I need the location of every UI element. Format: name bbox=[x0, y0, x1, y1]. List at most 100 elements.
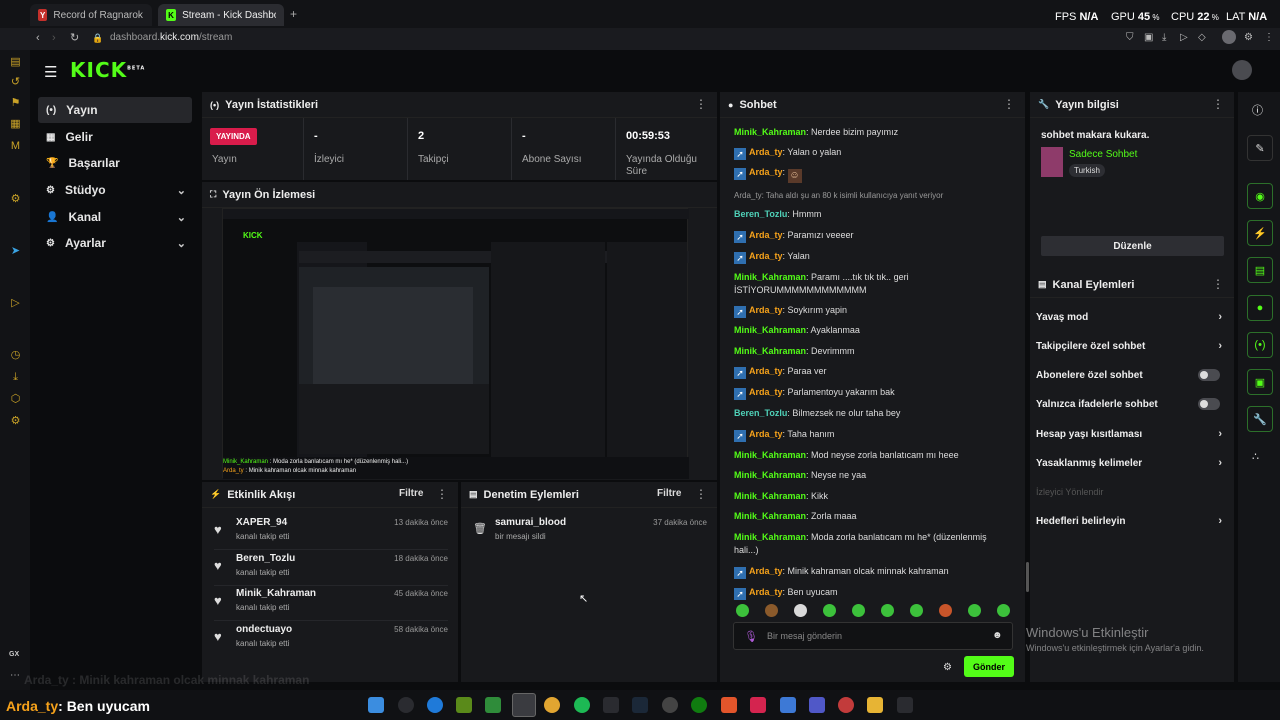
emote-icon[interactable] bbox=[881, 604, 894, 617]
send-button[interactable]: Gönder bbox=[964, 656, 1014, 677]
chrome-icon[interactable] bbox=[544, 697, 560, 713]
chat-username[interactable]: Minik_Kahraman bbox=[734, 470, 806, 480]
emoji-icon[interactable]: ☻ bbox=[992, 630, 1003, 641]
chat-username[interactable]: Arda_ty bbox=[749, 366, 783, 376]
toggle-switch[interactable] bbox=[1198, 398, 1220, 410]
chat-username[interactable]: Minik_Kahraman bbox=[734, 511, 806, 521]
steam-icon[interactable] bbox=[632, 697, 648, 713]
gx-settings-icon[interactable]: ⚙ bbox=[9, 193, 22, 206]
nvidia-icon[interactable] bbox=[456, 697, 472, 713]
camera-icon[interactable]: ◉ bbox=[1247, 183, 1273, 209]
app-icon[interactable] bbox=[780, 697, 796, 713]
chat-username[interactable]: Arda_ty bbox=[749, 230, 783, 240]
epic-games-icon[interactable] bbox=[603, 697, 619, 713]
toggle-switch[interactable] bbox=[1198, 369, 1220, 381]
xbox-icon[interactable] bbox=[691, 697, 707, 713]
nav-item-yayin[interactable]: (•) Yayın bbox=[38, 97, 192, 123]
emote-icon[interactable] bbox=[968, 604, 981, 617]
folder-icon[interactable] bbox=[867, 697, 883, 713]
nav-item-gelir[interactable]: ▦ Gelir bbox=[38, 124, 192, 150]
nav-item-kanal[interactable]: 👤 Kanal ⌄ bbox=[38, 204, 192, 230]
channel-action-item[interactable]: Hesap yaşı kısıtlaması › bbox=[1036, 421, 1228, 447]
moderation-filter-button[interactable]: Filtre bbox=[657, 488, 681, 499]
player-icon[interactable]: ▷ bbox=[1180, 32, 1188, 43]
emote-icon[interactable] bbox=[997, 604, 1010, 617]
wrench-icon[interactable]: 🔧 bbox=[1247, 406, 1273, 432]
epic-games-icon[interactable] bbox=[897, 697, 913, 713]
reload-icon[interactable]: ↻ bbox=[70, 31, 79, 44]
broadcast-icon[interactable]: (•) bbox=[1247, 332, 1273, 358]
search-icon[interactable] bbox=[398, 697, 414, 713]
lightning-icon[interactable]: ⚡ bbox=[1247, 220, 1273, 246]
channel-icon[interactable]: ▣ bbox=[1247, 369, 1273, 395]
dots-icon[interactable]: ∴ bbox=[1252, 450, 1259, 463]
info-icon[interactable]: ⓘ bbox=[1252, 102, 1263, 118]
kebab-icon[interactable]: ⋮ bbox=[1212, 278, 1224, 290]
emote-icon[interactable] bbox=[910, 604, 923, 617]
emote-icon[interactable] bbox=[852, 604, 865, 617]
snapshot-icon[interactable]: ▣ bbox=[1144, 32, 1153, 43]
pen-icon[interactable]: ✎ bbox=[1247, 135, 1273, 161]
gx-pin-icon[interactable]: ⚑ bbox=[9, 97, 22, 110]
chat-username[interactable]: Arda_ty bbox=[749, 167, 783, 177]
kebab-icon[interactable]: ⋮ bbox=[436, 488, 448, 500]
channel-action-item[interactable]: Takipçilere özel sohbet › bbox=[1036, 333, 1228, 359]
telegram-icon[interactable]: ➤ bbox=[9, 245, 22, 258]
chat-username[interactable]: Arda_ty bbox=[749, 429, 783, 439]
kebab-icon[interactable]: ⋮ bbox=[1003, 98, 1015, 110]
kebab-icon[interactable]: ⋮ bbox=[1212, 98, 1224, 110]
gx-history-icon[interactable]: ◷ bbox=[9, 349, 22, 362]
emote-icon[interactable] bbox=[939, 604, 952, 617]
chat-settings-icon[interactable]: ⚙ bbox=[943, 662, 952, 673]
gx-download-icon[interactable]: ⤓ bbox=[9, 371, 22, 384]
gx-gear-icon[interactable]: ⚙ bbox=[9, 415, 22, 428]
emote-icon[interactable] bbox=[823, 604, 836, 617]
chat-username[interactable]: Minik_Kahraman bbox=[734, 491, 806, 501]
chat-username[interactable]: Arda_ty bbox=[749, 387, 783, 397]
channel-action-item[interactable]: Hedefleri belirleyin › bbox=[1036, 508, 1228, 534]
chat-username[interactable]: Beren_Tozlu bbox=[734, 209, 787, 219]
hamburger-icon[interactable]: ☰ bbox=[44, 63, 57, 81]
gx-player-icon[interactable]: ▷ bbox=[9, 297, 22, 310]
category-name[interactable]: Sadece Sohbet bbox=[1069, 149, 1137, 160]
spotify-icon[interactable] bbox=[574, 697, 590, 713]
ea-icon[interactable] bbox=[721, 697, 737, 713]
kebab-icon[interactable]: ⋮ bbox=[695, 488, 707, 500]
kick-logo[interactable]: KICKBETA bbox=[70, 58, 145, 82]
gx-extensions-icon[interactable]: ⬡ bbox=[9, 393, 22, 406]
obs-icon[interactable] bbox=[512, 693, 536, 717]
kebab-icon[interactable]: ⋮ bbox=[695, 98, 707, 110]
files-icon[interactable] bbox=[485, 697, 501, 713]
gx-refresh-icon[interactable]: ↺ bbox=[9, 76, 22, 89]
stream-preview-video[interactable]: KICK Minik_Kahraman : Moda zorla banlatı… bbox=[222, 208, 689, 479]
browser-tab-kick[interactable]: K Stream - Kick Dashboard bbox=[158, 4, 284, 26]
user-avatar[interactable] bbox=[1232, 60, 1252, 80]
chat-username[interactable]: Arda_ty bbox=[749, 587, 783, 597]
emote-icon[interactable] bbox=[765, 604, 778, 617]
chat-username[interactable]: Arda_ty bbox=[749, 566, 783, 576]
chat-username[interactable]: Minik_Kahraman bbox=[734, 346, 806, 356]
edit-button[interactable]: Düzenle bbox=[1041, 236, 1224, 256]
chat-username[interactable]: Minik_Kahraman bbox=[734, 127, 806, 137]
new-tab-button[interactable]: + bbox=[290, 7, 297, 21]
nav-item-basarilar[interactable]: 🏆 Başarılar bbox=[38, 150, 192, 176]
browser-tab-ragnarok[interactable]: Y Record of Ragnarok 2. Se bbox=[30, 4, 152, 26]
download-icon[interactable]: ⤓ bbox=[1162, 32, 1166, 43]
forward-icon[interactable]: › bbox=[52, 32, 56, 44]
chat-username[interactable]: Minik_Kahraman bbox=[734, 450, 806, 460]
chat-username[interactable]: Minik_Kahraman bbox=[734, 325, 806, 335]
chat-username[interactable]: Arda_ty bbox=[749, 251, 783, 261]
menu-icon[interactable]: ⋮ bbox=[1264, 32, 1274, 43]
gx-m-icon[interactable]: M bbox=[9, 140, 22, 153]
gx-more-icon[interactable]: ⋯ bbox=[10, 670, 20, 681]
chat-input[interactable]: 🎙 Bir mesaj gönderin ☻ bbox=[733, 622, 1013, 650]
emote-icon[interactable] bbox=[794, 604, 807, 617]
chat-username[interactable]: Minik_Kahraman bbox=[734, 272, 806, 282]
url-input[interactable]: dashboard.kick.com/stream bbox=[110, 32, 232, 43]
chat-bubble-icon[interactable]: ● bbox=[1247, 295, 1273, 321]
settings-icon[interactable]: ⚙ bbox=[1244, 32, 1253, 43]
back-icon[interactable]: ‹ bbox=[36, 32, 40, 44]
app-icon[interactable] bbox=[662, 697, 678, 713]
bookmark-icon[interactable]: ⛉ bbox=[1126, 32, 1134, 43]
profile-avatar[interactable] bbox=[1222, 30, 1236, 44]
